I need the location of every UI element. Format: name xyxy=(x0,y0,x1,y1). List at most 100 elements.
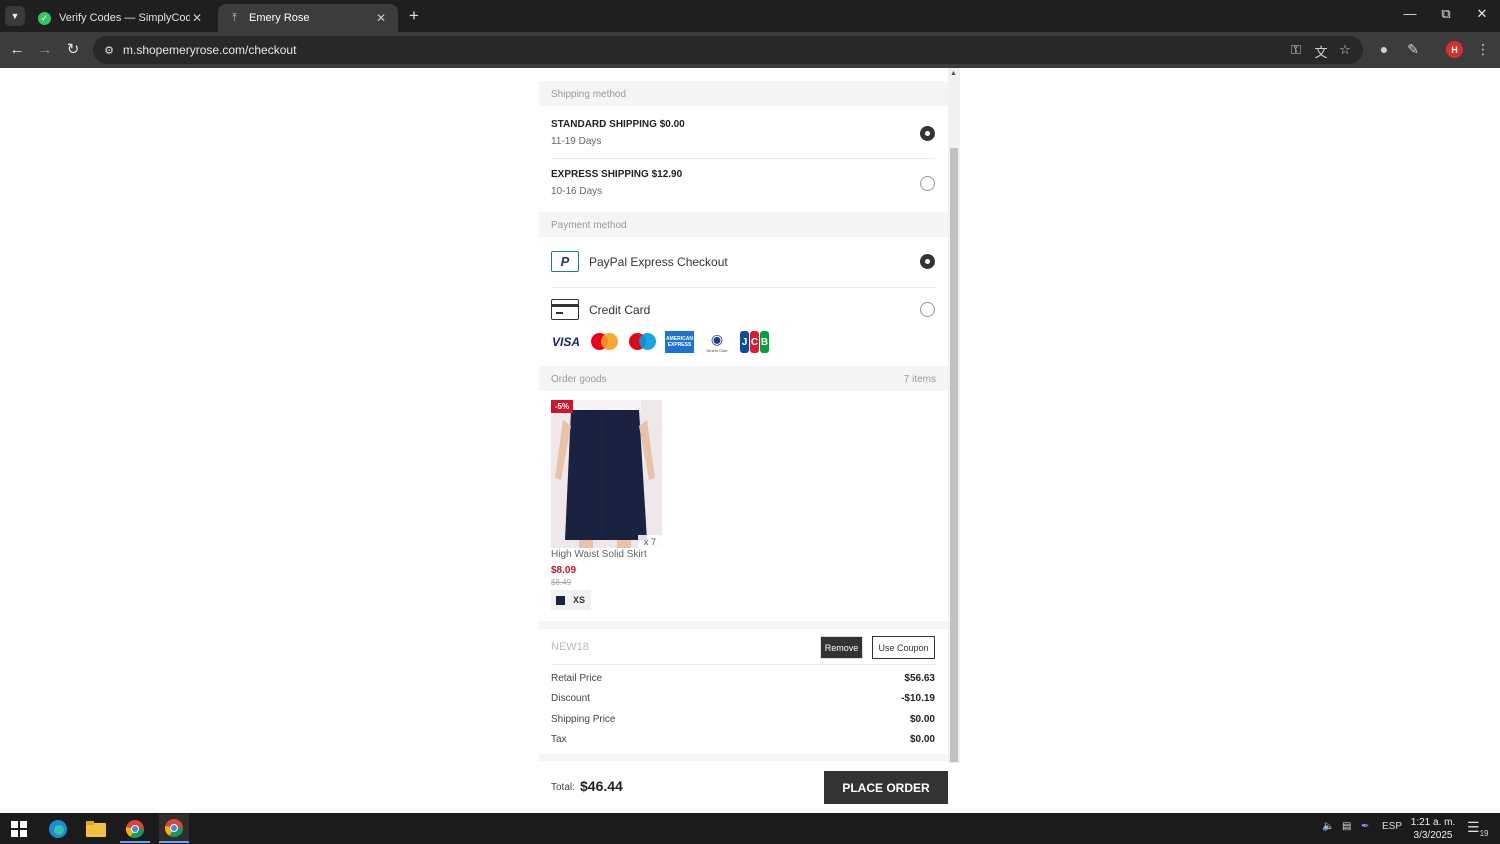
product-original-price: $8.49 xyxy=(551,578,572,587)
product-price: $8.09 xyxy=(551,565,577,576)
reload-icon[interactable]: ↻ xyxy=(64,41,82,59)
bookmark-star-icon[interactable]: ☆ xyxy=(1336,42,1354,58)
summary-value: $0.00 xyxy=(909,734,935,745)
total-label: Total: xyxy=(551,782,575,793)
page-viewport: Shipping method STANDARD SHIPPING $0.00 … xyxy=(0,68,1500,813)
tab-title: Verify Codes — SimplyCodes xyxy=(59,12,190,24)
quantity-badge: x 7 xyxy=(638,535,662,548)
browser-tab-bar: ▼ ✓ Verify Codes — SimplyCodes ✕ ⤒ Emery… xyxy=(0,0,1500,32)
close-tab-icon[interactable]: ✕ xyxy=(190,11,204,25)
place-order-button[interactable]: PLACE ORDER xyxy=(824,771,948,804)
jcb-icon: J C B xyxy=(740,331,769,353)
credit-card-icon xyxy=(551,299,579,320)
tab-simplycodes[interactable]: ✓ Verify Codes — SimplyCodes ✕ xyxy=(28,4,214,32)
extensions-icon[interactable]: ✎ xyxy=(1403,41,1423,58)
payment-method-label: Payment method xyxy=(551,220,627,231)
volume-icon[interactable]: 🔈 xyxy=(1322,821,1334,832)
extension-puzzle-dim-icon[interactable]: ● xyxy=(1374,41,1394,57)
page-scrollbar[interactable]: ▲ xyxy=(948,68,960,763)
payment-credit-card-radio[interactable] xyxy=(920,302,935,317)
edge-icon[interactable] xyxy=(47,818,69,840)
back-icon[interactable]: ← xyxy=(8,41,26,59)
scroll-up-arrow-icon[interactable]: ▲ xyxy=(950,70,957,77)
file-explorer-icon[interactable] xyxy=(85,818,107,840)
forward-icon[interactable]: → xyxy=(36,41,54,59)
summary-value: $0.00 xyxy=(909,714,935,725)
card-brands: VISA AMERICAN EXPRESS ◉ Diners Club J C B xyxy=(551,330,769,354)
window-close-icon[interactable]: ✕ xyxy=(1467,6,1497,22)
language-indicator[interactable]: ESP xyxy=(1382,821,1402,832)
product-name[interactable]: High Waist Solid Skirt xyxy=(551,549,647,560)
chrome-active-icon[interactable] xyxy=(159,814,189,842)
color-swatch xyxy=(556,595,565,605)
url-text[interactable]: m.shopemeryrose.com/checkout xyxy=(123,43,296,57)
shipping-method-label: Shipping method xyxy=(551,89,627,100)
coupon-code-input[interactable]: NEW18 xyxy=(551,641,589,653)
notification-center-icon[interactable]: ☰19 xyxy=(1467,819,1489,838)
shipping-express-radio[interactable] xyxy=(920,176,935,191)
minimize-icon[interactable]: — xyxy=(1395,6,1425,21)
summary-row-tax: Tax $0.00 xyxy=(551,734,935,745)
translate-icon[interactable]: 文 xyxy=(1312,42,1330,61)
pen-icon[interactable]: ✒ xyxy=(1361,821,1369,832)
cut-off-heading xyxy=(552,68,642,69)
shipping-option-name: EXPRESS SHIPPING $12.90 xyxy=(551,169,683,180)
tab-emery-rose[interactable]: ⤒ Emery Rose ✕ xyxy=(218,4,398,32)
running-indicator xyxy=(120,841,150,843)
close-tab-icon[interactable]: ✕ xyxy=(374,11,388,25)
payment-option-name: Credit Card xyxy=(589,302,651,317)
payment-option-paypal[interactable]: P PayPal Express Checkout xyxy=(551,251,728,272)
paypal-icon: P xyxy=(551,251,579,272)
divider xyxy=(551,664,935,665)
summary-label: Discount xyxy=(551,693,590,704)
section-gap xyxy=(539,621,948,629)
summary-label: Shipping Price xyxy=(551,714,616,725)
menu-kebab-icon[interactable]: ⋮ xyxy=(1473,41,1493,58)
new-tab-icon[interactable]: + xyxy=(405,6,423,26)
jcb-letter: C xyxy=(750,331,759,353)
diners-club-label: Diners Club xyxy=(706,348,728,353)
jcb-letter: B xyxy=(760,331,769,353)
shipping-option-name: STANDARD SHIPPING $0.00 xyxy=(551,119,685,130)
item-count: 7 items xyxy=(903,374,936,385)
shipping-option-standard[interactable]: STANDARD SHIPPING $0.00 11-19 Days xyxy=(539,106,948,158)
shipping-option-eta: 10-16 Days xyxy=(551,186,603,197)
total-value: $46.44 xyxy=(580,778,623,794)
diners-club-icon: ◉ Diners Club xyxy=(706,331,728,353)
summary-row-discount: Discount -$10.19 xyxy=(551,693,935,704)
divider xyxy=(551,287,935,288)
summary-label: Tax xyxy=(551,734,567,745)
password-key-icon[interactable]: ⚿ xyxy=(1287,42,1305,58)
shipping-option-express[interactable]: EXPRESS SHIPPING $12.90 10-16 Days xyxy=(539,156,948,208)
product-variant: XS xyxy=(551,590,592,610)
visa-icon: VISA xyxy=(551,335,580,349)
network-icon[interactable]: ▤ xyxy=(1342,821,1351,832)
browser-toolbar: ← → ↻ ⚙ m.shopemeryrose.com/checkout ⚿ 文… xyxy=(0,32,1500,68)
use-coupon-button[interactable]: Use Coupon xyxy=(872,636,935,659)
address-bar[interactable]: ⚙ m.shopemeryrose.com/checkout ⚿ 文 ☆ xyxy=(93,36,1363,64)
shipping-standard-radio[interactable] xyxy=(920,126,935,141)
site-settings-icon[interactable]: ⚙ xyxy=(101,42,117,58)
summary-value: -$10.19 xyxy=(901,693,935,704)
clock-date: 3/3/2025 xyxy=(1413,830,1453,841)
payment-method-header: Payment method xyxy=(539,212,948,237)
restore-icon[interactable]: ⧉ xyxy=(1431,6,1461,22)
clock[interactable]: 1:21 a. m. 3/3/2025 xyxy=(1405,816,1461,842)
windows-start-icon[interactable] xyxy=(8,818,30,840)
notification-count: 19 xyxy=(1479,829,1489,838)
scrollbar-thumb[interactable] xyxy=(950,148,958,762)
payment-option-credit-card[interactable]: Credit Card xyxy=(551,299,650,320)
product-size: XS xyxy=(573,595,586,605)
profile-avatar[interactable]: H xyxy=(1446,41,1463,58)
section-gap xyxy=(539,754,948,761)
summary-row-shipping: Shipping Price $0.00 xyxy=(551,714,935,725)
product-image[interactable] xyxy=(551,400,662,548)
jcb-letter: J xyxy=(740,331,749,353)
running-indicator xyxy=(159,841,189,843)
remove-coupon-button[interactable]: Remove xyxy=(820,636,863,659)
clock-time: 1:21 a. m. xyxy=(1410,817,1456,828)
tab-search-icon[interactable]: ▼ xyxy=(5,6,25,26)
chrome-icon[interactable] xyxy=(124,818,146,840)
amex-icon: AMERICAN EXPRESS xyxy=(665,331,694,353)
payment-paypal-radio[interactable] xyxy=(920,254,935,269)
